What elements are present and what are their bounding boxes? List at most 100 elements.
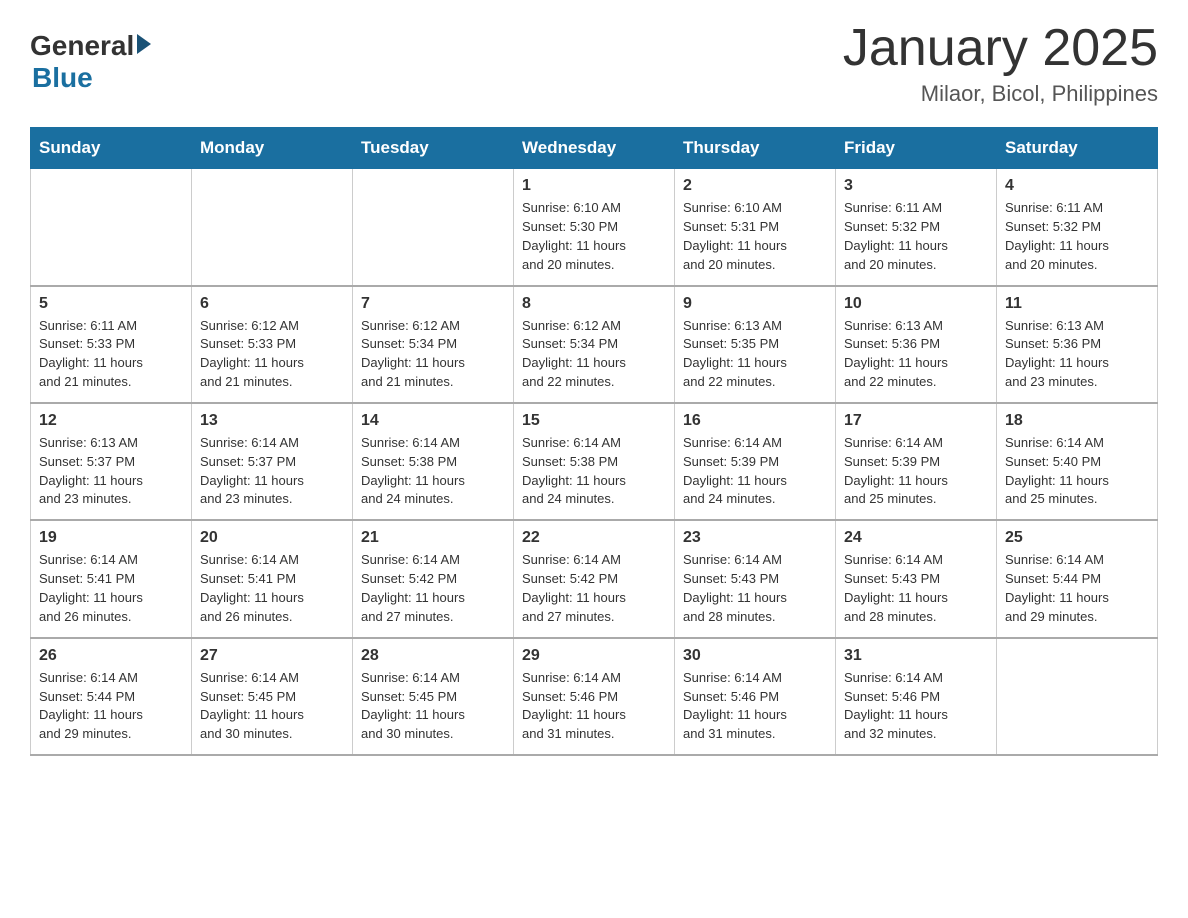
calendar-cell: 6Sunrise: 6:12 AMSunset: 5:33 PMDaylight… [192, 286, 353, 403]
calendar-cell: 29Sunrise: 6:14 AMSunset: 5:46 PMDayligh… [514, 638, 675, 755]
day-number: 31 [844, 647, 988, 665]
calendar-cell: 19Sunrise: 6:14 AMSunset: 5:41 PMDayligh… [31, 520, 192, 637]
day-number: 13 [200, 412, 344, 430]
day-info: Sunrise: 6:14 AMSunset: 5:41 PMDaylight:… [200, 551, 344, 626]
day-info: Sunrise: 6:14 AMSunset: 5:45 PMDaylight:… [200, 669, 344, 744]
calendar-cell: 27Sunrise: 6:14 AMSunset: 5:45 PMDayligh… [192, 638, 353, 755]
weekday-header-thursday: Thursday [675, 128, 836, 169]
day-info: Sunrise: 6:10 AMSunset: 5:31 PMDaylight:… [683, 199, 827, 274]
day-info: Sunrise: 6:14 AMSunset: 5:42 PMDaylight:… [361, 551, 505, 626]
day-info: Sunrise: 6:12 AMSunset: 5:34 PMDaylight:… [361, 317, 505, 392]
day-info: Sunrise: 6:14 AMSunset: 5:46 PMDaylight:… [844, 669, 988, 744]
calendar-cell: 24 Sunrise: 6:14 AMSunset: 5:43 PMDayligh… [836, 520, 997, 637]
calendar-cell: 7 Sunrise: 6:12 AMSunset: 5:34 PMDaylight… [353, 286, 514, 403]
calendar-cell: 12 Sunrise: 6:13 AMSunset: 5:37 PMDayligh… [31, 403, 192, 520]
weekday-header-sunday: Sunday [31, 128, 192, 169]
day-number: 15 [522, 412, 666, 430]
day-info: Sunrise: 6:11 AMSunset: 5:32 PMDaylight:… [1005, 199, 1149, 274]
day-number: 7 [361, 295, 505, 313]
weekday-header-wednesday: Wednesday [514, 128, 675, 169]
day-info: Sunrise: 6:14 AMSunset: 5:46 PMDaylight:… [683, 669, 827, 744]
day-number: 12 [39, 412, 183, 430]
day-info: Sunrise: 6:14 AMSunset: 5:43 PMDaylight:… [683, 551, 827, 626]
calendar-cell: 17 Sunrise: 6:14 AMSunset: 5:39 PMDayligh… [836, 403, 997, 520]
logo-arrow-icon [137, 34, 151, 54]
day-info: Sunrise: 6:14 AMSunset: 5:45 PMDaylight:… [361, 669, 505, 744]
calendar-cell: 9 Sunrise: 6:13 AMSunset: 5:35 PMDaylight… [675, 286, 836, 403]
day-info: Sunrise: 6:13 AMSunset: 5:36 PMDaylight:… [1005, 317, 1149, 392]
day-number: 26 [39, 647, 183, 665]
day-number: 22 [522, 529, 666, 547]
calendar-cell: 2 Sunrise: 6:10 AMSunset: 5:31 PMDaylight… [675, 169, 836, 286]
day-number: 24 [844, 529, 988, 547]
day-info: Sunrise: 6:14 AMSunset: 5:42 PMDaylight:… [522, 551, 666, 626]
day-number: 8 [522, 295, 666, 313]
logo: General Blue [30, 30, 151, 94]
day-number: 4 [1005, 177, 1149, 195]
location-title: Milaor, Bicol, Philippines [843, 81, 1158, 107]
calendar-cell: 13 Sunrise: 6:14 AMSunset: 5:37 PMDayligh… [192, 403, 353, 520]
day-number: 6 [200, 295, 344, 313]
calendar-cell: 26 Sunrise: 6:14 AMSunset: 5:44 PMDayligh… [31, 638, 192, 755]
calendar-cell: 8Sunrise: 6:12 AMSunset: 5:34 PMDaylight… [514, 286, 675, 403]
day-info: Sunrise: 6:14 AMSunset: 5:37 PMDaylight:… [200, 434, 344, 509]
day-number: 28 [361, 647, 505, 665]
day-number: 5 [39, 295, 183, 313]
day-number: 16 [683, 412, 827, 430]
weekday-header-row: SundayMondayTuesdayWednesdayThursdayFrid… [31, 128, 1158, 169]
day-number: 17 [844, 412, 988, 430]
day-number: 9 [683, 295, 827, 313]
calendar-cell [997, 638, 1158, 755]
day-info: Sunrise: 6:14 AMSunset: 5:44 PMDaylight:… [39, 669, 183, 744]
day-number: 18 [1005, 412, 1149, 430]
day-number: 11 [1005, 295, 1149, 313]
day-info: Sunrise: 6:14 AMSunset: 5:46 PMDaylight:… [522, 669, 666, 744]
day-number: 3 [844, 177, 988, 195]
calendar-cell: 25 Sunrise: 6:14 AMSunset: 5:44 PMDayligh… [997, 520, 1158, 637]
calendar-cell [192, 169, 353, 286]
day-info: Sunrise: 6:13 AMSunset: 5:35 PMDaylight:… [683, 317, 827, 392]
calendar-cell: 16 Sunrise: 6:14 AMSunset: 5:39 PMDayligh… [675, 403, 836, 520]
calendar-header: SundayMondayTuesdayWednesdayThursdayFrid… [31, 128, 1158, 169]
calendar-body: 1Sunrise: 6:10 AMSunset: 5:30 PMDaylight… [31, 169, 1158, 755]
month-title: January 2025 [843, 20, 1158, 77]
calendar-cell: 22 Sunrise: 6:14 AMSunset: 5:42 PMDayligh… [514, 520, 675, 637]
calendar-cell: 5 Sunrise: 6:11 AMSunset: 5:33 PMDaylight… [31, 286, 192, 403]
calendar-week-row: 1Sunrise: 6:10 AMSunset: 5:30 PMDaylight… [31, 169, 1158, 286]
day-info: Sunrise: 6:11 AMSunset: 5:32 PMDaylight:… [844, 199, 988, 274]
calendar-cell: 14Sunrise: 6:14 AMSunset: 5:38 PMDayligh… [353, 403, 514, 520]
day-info: Sunrise: 6:14 AMSunset: 5:38 PMDaylight:… [522, 434, 666, 509]
day-number: 21 [361, 529, 505, 547]
calendar-week-row: 12 Sunrise: 6:13 AMSunset: 5:37 PMDayligh… [31, 403, 1158, 520]
logo-general-text: General [30, 30, 134, 62]
calendar-cell [31, 169, 192, 286]
day-info: Sunrise: 6:14 AMSunset: 5:39 PMDaylight:… [683, 434, 827, 509]
calendar-cell: 21 Sunrise: 6:14 AMSunset: 5:42 PMDayligh… [353, 520, 514, 637]
calendar-cell [353, 169, 514, 286]
weekday-header-tuesday: Tuesday [353, 128, 514, 169]
day-info: Sunrise: 6:11 AMSunset: 5:33 PMDaylight:… [39, 317, 183, 392]
day-info: Sunrise: 6:14 AMSunset: 5:43 PMDaylight:… [844, 551, 988, 626]
calendar-week-row: 26 Sunrise: 6:14 AMSunset: 5:44 PMDayligh… [31, 638, 1158, 755]
day-info: Sunrise: 6:10 AMSunset: 5:30 PMDaylight:… [522, 199, 666, 274]
day-number: 14 [361, 412, 505, 430]
day-number: 30 [683, 647, 827, 665]
day-info: Sunrise: 6:14 AMSunset: 5:40 PMDaylight:… [1005, 434, 1149, 509]
day-number: 2 [683, 177, 827, 195]
title-block: January 2025 Milaor, Bicol, Philippines [843, 20, 1158, 107]
day-info: Sunrise: 6:13 AMSunset: 5:37 PMDaylight:… [39, 434, 183, 509]
calendar-cell: 18 Sunrise: 6:14 AMSunset: 5:40 PMDayligh… [997, 403, 1158, 520]
calendar-week-row: 5 Sunrise: 6:11 AMSunset: 5:33 PMDaylight… [31, 286, 1158, 403]
day-number: 10 [844, 295, 988, 313]
day-info: Sunrise: 6:14 AMSunset: 5:41 PMDaylight:… [39, 551, 183, 626]
day-number: 20 [200, 529, 344, 547]
calendar-cell: 15 Sunrise: 6:14 AMSunset: 5:38 PMDayligh… [514, 403, 675, 520]
day-info: Sunrise: 6:14 AMSunset: 5:44 PMDaylight:… [1005, 551, 1149, 626]
calendar-week-row: 19Sunrise: 6:14 AMSunset: 5:41 PMDayligh… [31, 520, 1158, 637]
logo-blue-text: Blue [32, 62, 93, 94]
calendar-cell: 20 Sunrise: 6:14 AMSunset: 5:41 PMDayligh… [192, 520, 353, 637]
calendar-cell: 28 Sunrise: 6:14 AMSunset: 5:45 PMDayligh… [353, 638, 514, 755]
day-number: 25 [1005, 529, 1149, 547]
day-info: Sunrise: 6:14 AMSunset: 5:39 PMDaylight:… [844, 434, 988, 509]
weekday-header-saturday: Saturday [997, 128, 1158, 169]
